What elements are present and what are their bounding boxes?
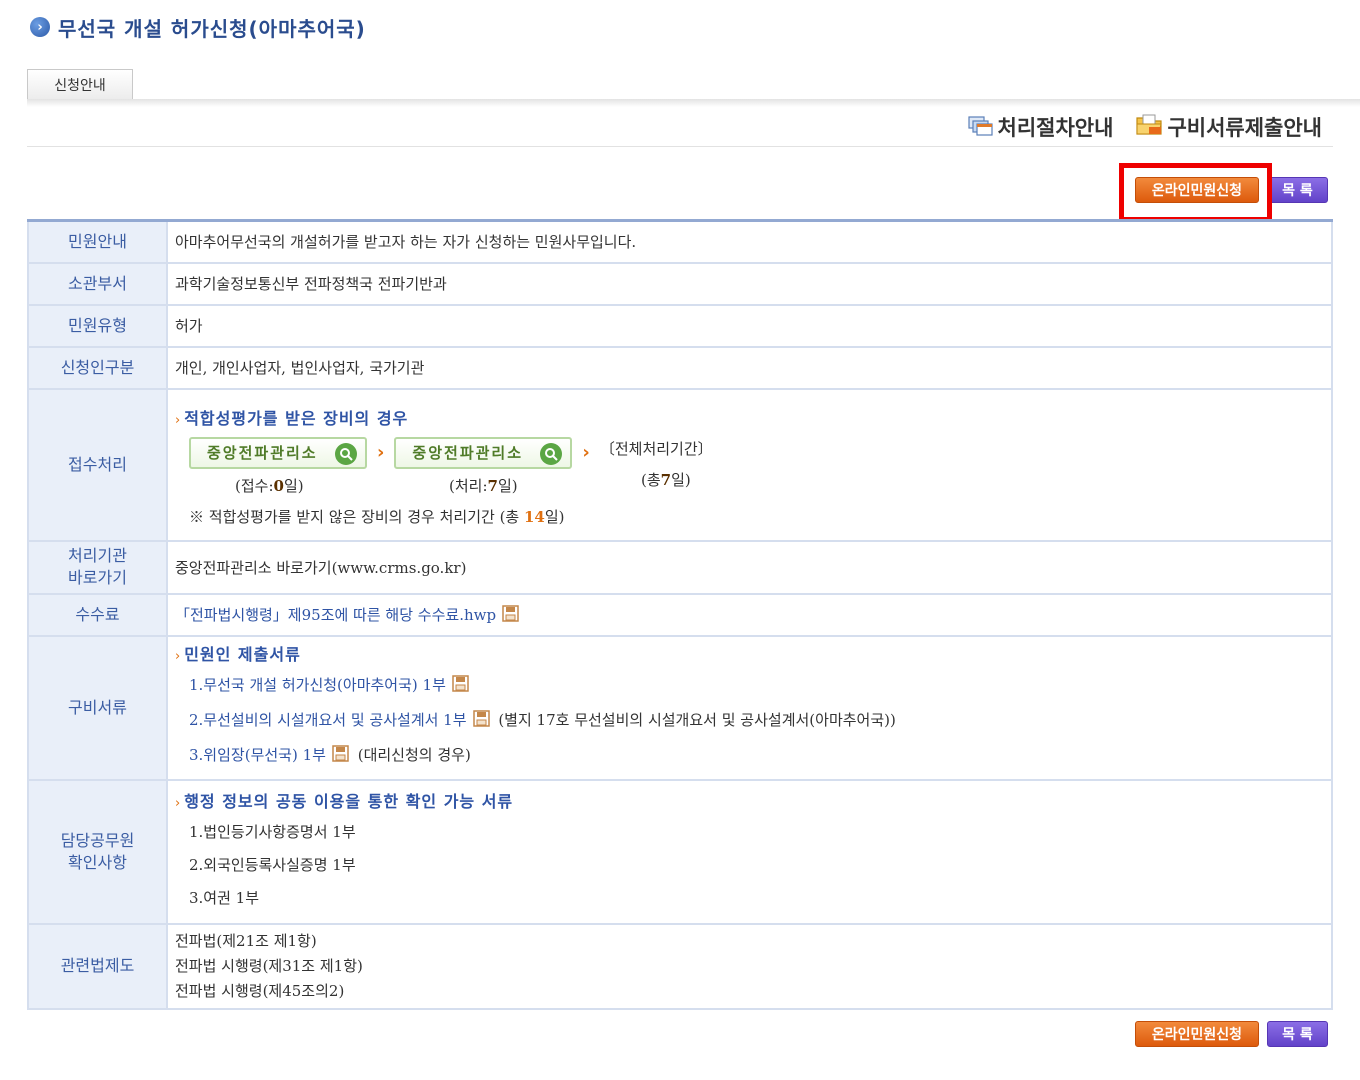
process-step-receive-button[interactable]: 중앙전파관리소 bbox=[189, 436, 367, 469]
row-label-official: 담당공무원 확인사항 bbox=[27, 778, 168, 925]
law-item: 전파법(제21조 제1항) bbox=[175, 931, 317, 950]
process-section-title: 적합성평가를 받은 장비의 경우 bbox=[184, 408, 409, 428]
caption-text: 일) bbox=[671, 470, 691, 489]
step-receive-label: 중앙전파관리소 bbox=[207, 444, 318, 462]
process-guide-icon bbox=[967, 114, 994, 141]
docs-section-title: 민원인 제출서류 bbox=[184, 645, 301, 664]
fee-cell: 「전파법시행령」제95조에 따른 해당 수수료.hwp bbox=[166, 592, 1333, 637]
law-item: 전파법 시행령(제31조 제1항) bbox=[175, 956, 363, 975]
row-label-agency: 처리기관 바로가기 bbox=[27, 539, 168, 595]
highlight-box bbox=[1119, 163, 1272, 222]
document-submit-icon bbox=[1135, 114, 1163, 141]
doc-item: 2.무선설비의 시설개요서 및 공사설계서 1부 (별지 17호 무선설비의 시… bbox=[189, 704, 1324, 739]
doc-item-link[interactable]: 1.무선국 개설 허가신청(아마추어국) 1부 bbox=[189, 676, 446, 694]
save-icon[interactable] bbox=[472, 706, 490, 739]
note-text: 일) bbox=[544, 507, 565, 526]
step-handle-label: 중앙전파관리소 bbox=[412, 444, 524, 462]
receive-days: 0 bbox=[273, 476, 284, 495]
row-label-docs: 구비서류 bbox=[27, 634, 168, 781]
note-text: ※ 적합성평가를 받지 않은 장비의 경우 처리기간 (총 bbox=[189, 507, 524, 526]
save-icon[interactable] bbox=[502, 604, 519, 626]
row-label-law: 관련법제도 bbox=[27, 922, 168, 1010]
docs-cell: › 민원인 제출서류 1.무선국 개설 허가신청(아마추어국) 1부 2.무선설비… bbox=[166, 634, 1333, 781]
agency-cell: 중앙전파관리소 바로가기(www.crms.go.kr) bbox=[166, 539, 1333, 595]
list-button-bottom[interactable]: 목 록 bbox=[1267, 1021, 1328, 1047]
total-period-label: 〔전체처리기간〕 bbox=[599, 440, 713, 458]
search-icon bbox=[335, 442, 357, 465]
save-icon[interactable] bbox=[452, 671, 469, 704]
doc-item-link[interactable]: 2.무선설비의 시설개요서 및 공사설계서 1부 bbox=[189, 711, 467, 729]
guide-value: 아마추어무선국의 개설허가를 받고자 하는 자가 신청하는 민원사무입니다. bbox=[166, 219, 1333, 264]
doc-item-note: (별지 17호 무선설비의 시설개요서 및 공사설계서(아마추어국)) bbox=[498, 711, 896, 729]
fee-document-link[interactable]: 「전파법시행령」제95조에 따른 해당 수수료.hwp bbox=[175, 606, 496, 624]
row-label-applicant: 신청인구분 bbox=[27, 345, 168, 390]
list-button[interactable]: 목 록 bbox=[1267, 177, 1328, 203]
row-label-process: 접수처리 bbox=[27, 387, 168, 542]
doc-item-note: (대리신청의 경우) bbox=[357, 746, 471, 764]
divider bbox=[27, 146, 1333, 147]
process-captions: (접수: 0 일) (처리: 7 일) (총 7 일) bbox=[189, 471, 1324, 496]
doc-item: 3.위임장(무선국) 1부 (대리신청의 경우) bbox=[189, 739, 1324, 774]
official-item: 1.법인등기사항증명서 1부 bbox=[189, 823, 356, 841]
total-days: 7 bbox=[660, 470, 672, 489]
caption-text: (처리: bbox=[449, 476, 488, 495]
official-cell: › 행정 정보의 공동 이용을 통한 확인 가능 서류 1.법인등기사항증명서 1… bbox=[166, 778, 1333, 925]
caption-text: 일) bbox=[283, 476, 304, 495]
row-label-fee: 수수료 bbox=[27, 592, 168, 637]
type-value: 허가 bbox=[166, 303, 1333, 348]
total-caption: (총 7 일) bbox=[641, 469, 691, 490]
handle-days: 7 bbox=[487, 476, 498, 495]
process-cell: › 적합성평가를 받은 장비의 경우 중앙전파관리소 › 중앙전파관리소 › 〔… bbox=[166, 387, 1333, 542]
tab-application-guide[interactable]: 신청안내 bbox=[27, 69, 133, 99]
official-item: 2.외국인등록사실증명 1부 bbox=[189, 856, 356, 874]
save-icon[interactable] bbox=[332, 741, 349, 774]
official-label-line1: 담당공무원 bbox=[60, 830, 135, 850]
process-steps: 중앙전파관리소 › 중앙전파관리소 › 〔전체처리기간〕 bbox=[189, 436, 1324, 469]
row-label-type: 민원유형 bbox=[27, 303, 168, 348]
document-submit-label: 구비서류제출안내 bbox=[1167, 116, 1322, 140]
applicant-value: 개인, 개인사업자, 법인사업자, 국가기관 bbox=[166, 345, 1333, 390]
law-item: 전파법 시행령(제45조의2) bbox=[175, 981, 345, 1000]
info-table: 민원안내 아마추어무선국의 개설허가를 받고자 하는 자가 신청하는 민원사무입… bbox=[27, 219, 1333, 1010]
row-label-dept: 소관부서 bbox=[27, 261, 168, 306]
online-apply-button-bottom[interactable]: 온라인민원신청 bbox=[1135, 1021, 1259, 1047]
process-guide-label: 처리절차안내 bbox=[997, 116, 1114, 140]
process-step-handle-button[interactable]: 중앙전파관리소 bbox=[394, 436, 573, 469]
arrow-bullet-icon: › bbox=[175, 649, 181, 664]
agency-link[interactable]: 중앙전파관리소 바로가기(www.crms.go.kr) bbox=[175, 559, 466, 577]
page-header: › 무선국 개설 허가신청(아마추어국) bbox=[30, 12, 366, 42]
chevron-right-icon: › bbox=[582, 442, 590, 463]
process-guide-link[interactable]: 처리절차안내 bbox=[967, 112, 1114, 142]
agency-label-line1: 처리기관 bbox=[68, 546, 127, 565]
row-label-guide: 민원안내 bbox=[27, 219, 168, 264]
document-submit-link[interactable]: 구비서류제출안내 bbox=[1135, 112, 1322, 142]
doc-item-link[interactable]: 3.위임장(무선국) 1부 bbox=[189, 746, 326, 764]
chevron-circle-icon: › bbox=[30, 17, 50, 37]
step-handle-caption: (처리: 7 일) bbox=[449, 475, 641, 496]
law-cell: 전파법(제21조 제1항) 전파법 시행령(제31조 제1항) 전파법 시행령(… bbox=[166, 922, 1333, 1010]
dept-value: 과학기술정보통신부 전파정책국 전파기반과 bbox=[166, 261, 1333, 306]
caption-text: 일) bbox=[497, 476, 518, 495]
official-item: 3.여권 1부 bbox=[189, 889, 260, 907]
arrow-bullet-icon: › bbox=[175, 412, 181, 428]
caption-text: (총 bbox=[641, 470, 661, 489]
guide-links: 처리절차안내 구비서류제출안내 bbox=[967, 112, 1322, 142]
chevron-right-icon: › bbox=[377, 442, 385, 463]
note-days: 14 bbox=[524, 507, 545, 526]
official-label-line2: 확인사항 bbox=[68, 852, 127, 872]
process-note: ※ 적합성평가를 받지 않은 장비의 경우 처리기간 (총 14일) bbox=[189, 506, 1324, 527]
caption-text: (접수: bbox=[235, 476, 274, 495]
tab-bar bbox=[27, 99, 1360, 107]
search-icon bbox=[540, 442, 563, 465]
agency-label-line2: 바로가기 bbox=[68, 568, 127, 587]
step-receive-caption: (접수: 0 일) bbox=[235, 475, 449, 496]
official-section-title: 행정 정보의 공동 이용을 통한 확인 가능 서류 bbox=[184, 792, 514, 811]
doc-item: 1.무선국 개설 허가신청(아마추어국) 1부 bbox=[189, 669, 1324, 704]
page-title: 무선국 개설 허가신청(아마추어국) bbox=[58, 16, 366, 41]
arrow-bullet-icon: › bbox=[175, 796, 181, 811]
